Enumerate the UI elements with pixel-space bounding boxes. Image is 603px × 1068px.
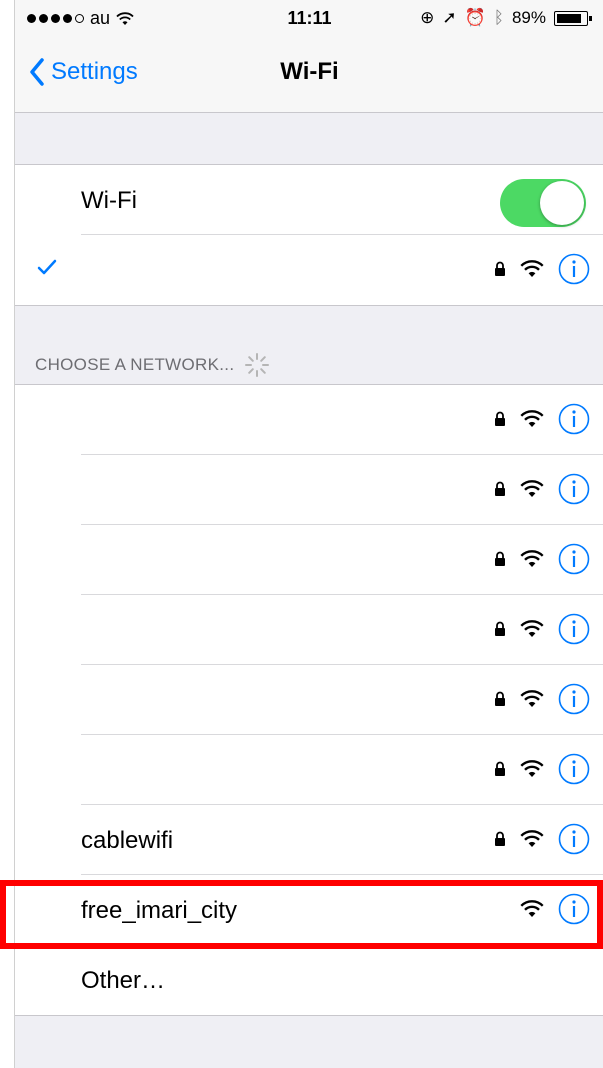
status-bar: au 11:11 ⊕ ➚ ⏰ ᛒ 89% (15, 0, 603, 36)
network-row[interactable] (15, 455, 603, 525)
network-name: free_imari_city (81, 897, 238, 924)
network-row[interactable] (15, 595, 603, 665)
info-icon[interactable] (558, 753, 590, 785)
lock-icon (495, 261, 505, 276)
wifi-toggle-switch[interactable] (500, 179, 586, 227)
network-row[interactable] (15, 735, 603, 805)
rotation-lock-icon: ⊕ (420, 8, 435, 27)
wifi-icon (520, 760, 544, 777)
battery-percent: 89% (511, 8, 546, 27)
bluetooth-icon: ᛒ (493, 8, 504, 27)
info-icon[interactable] (558, 823, 590, 855)
battery-icon (554, 10, 592, 26)
wifi-icon (520, 260, 544, 277)
wifi-icon (520, 550, 544, 567)
status-right: ⊕ ➚ ⏰ ᛒ 89% (420, 8, 592, 28)
section-header-label: CHOOSE A NETWORK... (35, 355, 235, 374)
wifi-icon (520, 900, 544, 917)
info-icon[interactable] (558, 613, 590, 645)
wifi-toggle-label: Wi-Fi (81, 187, 137, 214)
network-row[interactable] (15, 525, 603, 595)
current-network-row[interactable] (15, 235, 603, 305)
network-list: cablewifi free_imari_city Other… (15, 384, 603, 1016)
wifi-icon (520, 830, 544, 847)
network-row[interactable]: free_imari_city (15, 875, 603, 945)
network-name: cablewifi (81, 827, 174, 854)
lock-icon (495, 761, 505, 776)
wifi-icon (520, 620, 544, 637)
spinner-icon (245, 353, 270, 377)
wifi-group: Wi-Fi (15, 164, 603, 306)
lock-icon (495, 691, 505, 706)
section-header: CHOOSE A NETWORK... (35, 352, 270, 378)
other-network-row[interactable]: Other… (15, 945, 603, 1015)
other-network-label: Other… (81, 967, 166, 994)
network-row[interactable]: cablewifi (15, 805, 603, 875)
location-icon: ➚ (442, 8, 457, 27)
phone-screen: au 11:11 ⊕ ➚ ⏰ ᛒ 89% Settings Wi-Fi Wi-F… (14, 0, 603, 1068)
page-title: Wi-Fi (280, 58, 339, 85)
wifi-icon (520, 690, 544, 707)
lock-icon (495, 831, 505, 846)
alarm-icon: ⏰ (464, 8, 486, 27)
info-icon[interactable] (558, 683, 590, 715)
lock-icon (495, 621, 505, 636)
network-row[interactable] (15, 385, 603, 455)
wifi-icon (520, 480, 544, 497)
lock-icon (495, 411, 505, 426)
lock-icon (495, 551, 505, 566)
navigation-bar: Settings Wi-Fi (15, 36, 603, 113)
wifi-icon (520, 410, 544, 427)
info-icon[interactable] (558, 543, 590, 575)
info-icon[interactable] (558, 253, 590, 285)
info-icon[interactable] (558, 893, 590, 925)
lock-icon (495, 481, 505, 496)
info-icon[interactable] (558, 403, 590, 435)
info-icon[interactable] (558, 473, 590, 505)
network-row[interactable] (15, 665, 603, 735)
checkmark-icon (37, 259, 57, 275)
wifi-toggle-row: Wi-Fi (15, 165, 603, 235)
